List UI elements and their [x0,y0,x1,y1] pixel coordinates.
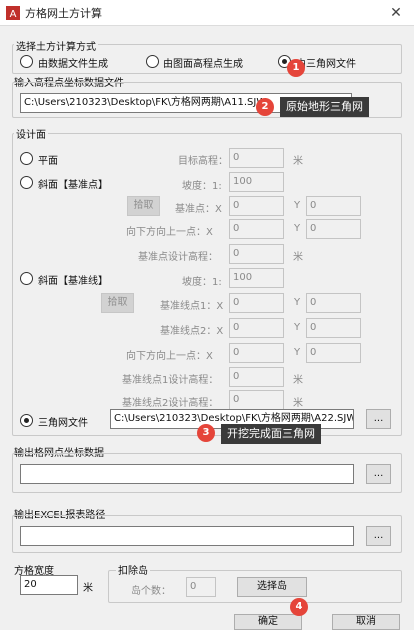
slope-point-ratio-label: 坡度：1: [182,181,222,192]
radio-from-drawing-points[interactable] [146,55,159,68]
radio-from-drawing-points-label: 由图面高程点生成 [163,59,243,70]
slope-line-p1-elev-input[interactable]: 0 [229,367,284,387]
radio-slope-point-label: 斜面【基准点】 [38,180,108,191]
slope-line-p1-x-input[interactable]: 0 [229,293,284,313]
radio-from-data-file-label: 由数据文件生成 [38,59,108,70]
title-bar: A 方格网土方计算 ✕ [0,0,414,26]
slope-point-base-y-label: Y [294,200,301,211]
close-icon[interactable]: ✕ [388,5,404,21]
slope-line-p2-elev-input[interactable]: 0 [229,390,284,410]
radio-plane[interactable] [20,152,33,165]
grid-size-unit: 米 [83,583,93,594]
design-group-title: 设计面 [14,126,48,141]
target-elev-input[interactable]: 0 [229,148,284,168]
slope-line-p2-y-label: Y [294,322,301,333]
slope-point-down-x-label: 向下方向上一点：X [126,227,213,238]
select-island-button[interactable]: 选择岛 [237,577,307,597]
slope-line-p1-y-input[interactable]: 0 [306,293,361,313]
radio-tin-file-label: 三角网文件 [38,418,88,429]
slope-line-p1-elev-label: 基准线点1设计高程： [122,375,219,386]
annotation-callout-2: 原始地形三角网 [280,97,369,117]
slope-line-p2-elev-label: 基准线点2设计高程： [122,398,219,409]
slope-point-base-elev-label: 基准点设计高程： [138,252,218,263]
slope-point-base-elev-input[interactable]: 0 [229,244,284,264]
slope-line-down-y-input[interactable]: 0 [306,343,361,363]
radio-slope-line[interactable] [20,272,33,285]
island-count-label: 岛个数： [131,586,171,597]
slope-line-p2-x-input[interactable]: 0 [229,318,284,338]
ok-button[interactable]: 确定 [234,614,302,630]
slope-point-ratio-input[interactable]: 100 [229,172,284,192]
target-elev-label: 目标高程： [178,156,228,167]
window-title: 方格网土方计算 [25,6,102,20]
slope-line-down-x-input[interactable]: 0 [229,343,284,363]
slope-line-down-x-label: 向下方向上一点：X [126,351,213,362]
slope-line-p1-elev-unit: 米 [293,375,303,386]
radio-slope-line-label: 斜面【基准线】 [38,276,108,287]
slope-line-p1-x-label: 基准线点1：X [160,301,224,312]
slope-line-ratio-label: 坡度：1: [182,277,222,288]
excel-output-browse-button[interactable]: ... [366,526,391,546]
annotation-badge-4: 4 [290,598,308,616]
annotation-badge-3: 3 [197,424,215,442]
slope-line-pick-button[interactable]: 拾取 [101,293,134,313]
radio-from-tin-file-label: 由三角网文件 [296,59,356,70]
islands-title: 扣除岛 [116,562,150,577]
tin-file-browse-button[interactable]: ... [366,409,391,429]
slope-line-p1-y-label: Y [294,297,301,308]
slope-line-down-y-label: Y [294,347,301,358]
svg-text:A: A [10,9,17,20]
slope-point-base-y-input[interactable]: 0 [306,196,361,216]
radio-plane-label: 平面 [38,156,58,167]
radio-tin-file[interactable] [20,414,33,427]
slope-point-pick-button[interactable]: 拾取 [127,196,160,216]
cancel-button[interactable]: 取消 [332,614,400,630]
grid-size-input[interactable]: 20 [20,575,78,595]
slope-line-p2-y-input[interactable]: 0 [306,318,361,338]
app-icon: A [6,5,20,20]
island-count-input[interactable]: 0 [186,577,216,597]
target-elev-unit: 米 [293,156,303,167]
slope-point-down-y-input[interactable]: 0 [306,219,361,239]
slope-point-down-y-label: Y [294,223,301,234]
slope-point-base-elev-unit: 米 [293,252,303,263]
excel-output-input[interactable] [20,526,354,546]
annotation-callout-3: 开挖完成面三角网 [221,424,321,444]
annotation-badge-2: 2 [256,98,274,116]
slope-line-p2-elev-unit: 米 [293,398,303,409]
slope-point-base-x-input[interactable]: 0 [229,196,284,216]
grid-output-input[interactable] [20,464,354,484]
method-group-title: 选择土方计算方式 [14,38,98,53]
annotation-badge-1: 1 [287,59,305,77]
slope-line-p2-x-label: 基准线点2：X [160,326,224,337]
radio-from-data-file[interactable] [20,55,33,68]
slope-point-down-x-input[interactable]: 0 [229,219,284,239]
radio-slope-point[interactable] [20,176,33,189]
slope-line-ratio-input[interactable]: 100 [229,268,284,288]
slope-point-base-x-label: 基准点：X [175,204,222,215]
grid-output-browse-button[interactable]: ... [366,464,391,484]
